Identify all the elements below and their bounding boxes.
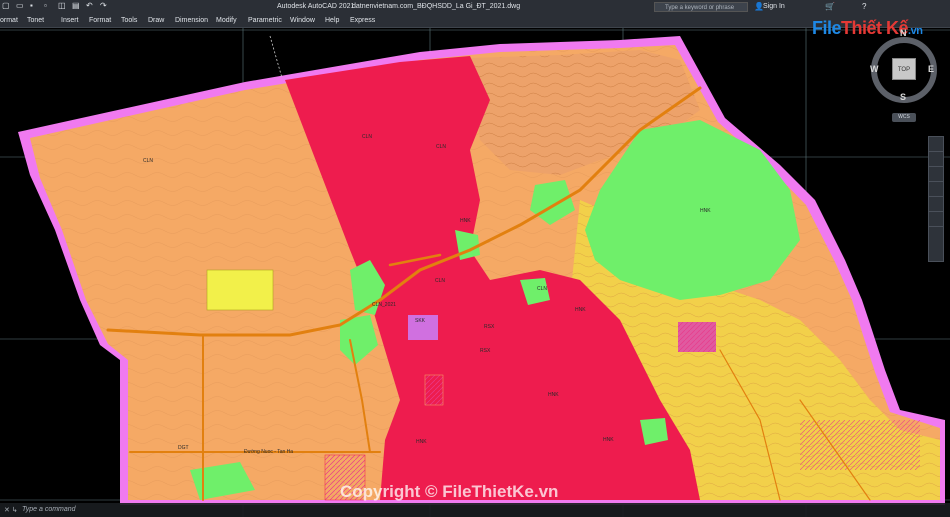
menu-item-insert[interactable]: Insert bbox=[61, 17, 79, 24]
navigation-bar bbox=[928, 136, 944, 262]
watermark: Copyright © FileThietKe.vn bbox=[340, 482, 559, 501]
label-hnk: HNK bbox=[460, 218, 471, 224]
nav-extra-icon[interactable] bbox=[929, 212, 943, 227]
search-input[interactable]: Type a keyword or phrase bbox=[654, 2, 748, 12]
command-line[interactable]: ✕ ↳ Type a command bbox=[0, 503, 950, 517]
sign-in-button[interactable]: Sign In bbox=[763, 3, 785, 10]
menu-item-draw[interactable]: Draw bbox=[148, 17, 164, 24]
app-title: Autodesk AutoCAD 2021 bbox=[277, 3, 355, 10]
label-cln: CLN bbox=[362, 134, 372, 140]
label-hnk: HNK bbox=[416, 439, 427, 445]
label-dgt: DGT bbox=[178, 445, 189, 451]
label-cln-year: CLN_2021 bbox=[372, 302, 396, 308]
menu-item-window[interactable]: Window bbox=[290, 17, 315, 24]
menu-item-help[interactable]: Help bbox=[325, 17, 339, 24]
label-cln: CLN bbox=[537, 286, 547, 292]
help-icon[interactable]: ? bbox=[862, 2, 866, 11]
compass-north[interactable]: N bbox=[900, 28, 907, 38]
open-icon[interactable]: ▭ bbox=[16, 2, 24, 10]
label-hnk: HNK bbox=[575, 307, 586, 313]
label-hnk: HNK bbox=[700, 208, 711, 214]
label-rsx: RSX bbox=[484, 324, 495, 330]
plot-icon[interactable]: ▤ bbox=[72, 2, 80, 10]
label-cln: CLN bbox=[143, 158, 153, 164]
quick-access-toolbar: ▢ ▭ ▪ ▫ ◫ ▤ ↶ ↷ bbox=[2, 2, 108, 10]
label-hnk: HNK bbox=[603, 437, 614, 443]
menu-item-tools[interactable]: Tools bbox=[121, 17, 137, 24]
viewcube[interactable]: TOP N S E W bbox=[868, 28, 940, 106]
menu-item-express[interactable]: Express bbox=[350, 17, 375, 24]
compass-south[interactable]: S bbox=[900, 92, 906, 102]
label-hnk: HNK bbox=[548, 392, 559, 398]
cart-icon[interactable]: 🛒 bbox=[825, 2, 835, 11]
menu-item-format[interactable]: Format bbox=[89, 17, 111, 24]
label-rsx: RSX bbox=[480, 348, 491, 354]
label-skk: SKK bbox=[415, 318, 426, 324]
drawing-canvas[interactable]: CLN CLN CLN CLN CLN HNK HNK HNK HNK HNK … bbox=[0, 28, 950, 517]
save-icon[interactable]: ▪ bbox=[30, 2, 38, 10]
compass-east[interactable]: E bbox=[928, 64, 934, 74]
label-cln: CLN bbox=[436, 144, 446, 150]
menu-bar: ormat Tonet Insert Format Tools Draw Dim… bbox=[0, 14, 950, 28]
label-road: Đường Nuoc - Tan Ha bbox=[244, 449, 293, 455]
redo-icon[interactable]: ↷ bbox=[100, 2, 108, 10]
command-input[interactable]: Type a command bbox=[22, 506, 76, 513]
open-web-icon[interactable]: ◫ bbox=[58, 2, 66, 10]
undo-icon[interactable]: ↶ bbox=[86, 2, 94, 10]
hatched-parcel-3 bbox=[424, 374, 444, 406]
steering-wheel-icon[interactable] bbox=[929, 137, 943, 152]
new-icon[interactable]: ▢ bbox=[2, 2, 10, 10]
menu-item-dimension[interactable]: Dimension bbox=[175, 17, 208, 24]
hatched-parcel-5 bbox=[800, 420, 920, 470]
orbit-icon[interactable] bbox=[929, 182, 943, 197]
viewcube-top-face[interactable]: TOP bbox=[892, 58, 916, 80]
menu-item-modify[interactable]: Modify bbox=[216, 17, 237, 24]
menu-item[interactable]: ormat bbox=[0, 17, 18, 24]
label-cln: CLN bbox=[435, 278, 445, 284]
saveas-icon[interactable]: ▫ bbox=[44, 2, 52, 10]
document-title: datnenvietnam.com_BĐQHSDD_La Gi_ĐT_2021.… bbox=[352, 3, 521, 10]
showmotion-icon[interactable] bbox=[929, 197, 943, 212]
zoom-icon[interactable] bbox=[929, 167, 943, 182]
dashed-line bbox=[269, 35, 283, 79]
command-close-icon[interactable]: ✕ ↳ bbox=[4, 506, 18, 514]
title-bar: ▢ ▭ ▪ ▫ ◫ ▤ ↶ ↷ Autodesk AutoCAD 2021 da… bbox=[0, 0, 950, 14]
pan-icon[interactable] bbox=[929, 152, 943, 167]
wcs-menu[interactable]: WCS bbox=[892, 113, 916, 122]
yellow-parcel bbox=[206, 269, 274, 311]
menu-item-parametric[interactable]: Parametric bbox=[248, 17, 282, 24]
compass-west[interactable]: W bbox=[870, 64, 879, 74]
menu-item[interactable]: Tonet bbox=[27, 17, 44, 24]
